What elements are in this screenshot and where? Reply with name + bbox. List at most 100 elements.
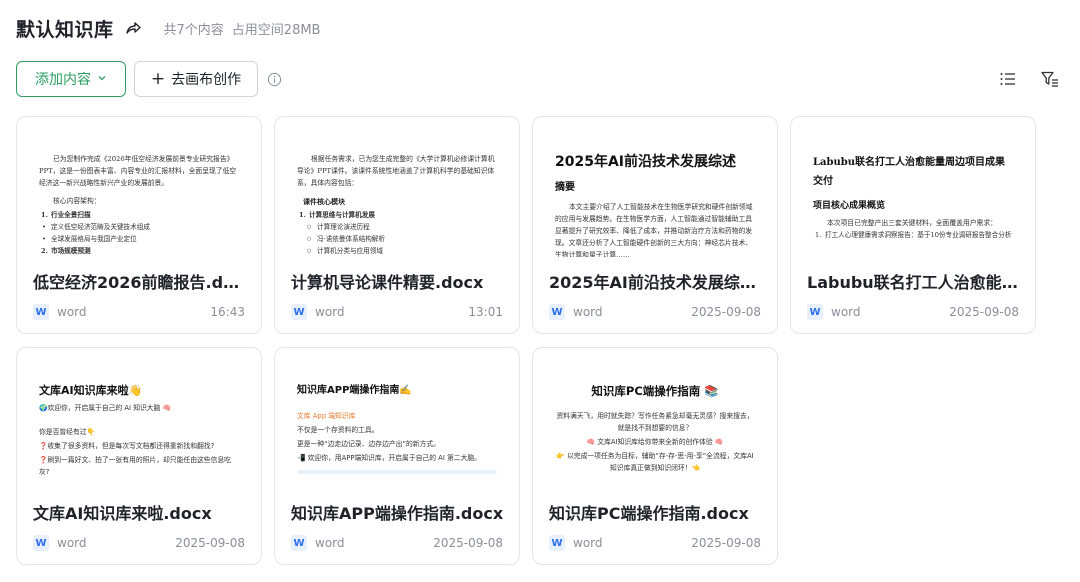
document-card[interactable]: 已为您制作完成《2026年低空经济发展前景专业研究报告》PPT，这是一份图表丰富… <box>16 116 262 334</box>
preview-list-item: 计算机分类与应用领域 <box>297 245 497 257</box>
document-card[interactable]: 文库AI知识库来啦👋 🌍欢迎你，开启属于自己的 AI 知识大脑 🧠 你是否曾经有… <box>16 347 262 565</box>
preview-text: 👉 以完成一项任务为目标，辅助“存-存-思-用-享”全流程，文库AI知识库真正做… <box>556 452 754 472</box>
preview-heading: 2025年AI前沿技术发展综述 <box>555 154 737 170</box>
document-card[interactable]: 知识库PC端操作指南 📚 资料满天飞，用时就失踪？写作任务紧急却毫无灵感？搜来搜… <box>532 347 778 565</box>
preview-heading: 文库AI知识库来啦👋 <box>39 384 143 397</box>
toolbar: 添加内容 + 去画布创作 <box>16 61 1064 97</box>
document-preview: 2025年AI前沿技术发展综述 摘要 本文主要介绍了人工智能技术在生物医学研究和… <box>533 117 777 257</box>
content-count: 共7个内容 <box>163 22 224 38</box>
word-icon: W <box>33 535 49 551</box>
file-type-label: word <box>315 536 345 550</box>
modified-time: 2025-09-08 <box>433 536 503 550</box>
list-view-icon[interactable] <box>998 69 1018 89</box>
word-icon: W <box>291 304 307 320</box>
document-title: 知识库APP端操作指南.docx <box>291 504 504 523</box>
document-preview: 根据任务需求，已为您生成完整的《大学计算机必修课计算机导论》PPT课件。该课件系… <box>275 117 519 257</box>
word-icon: W <box>549 304 565 320</box>
preview-heading: 知识库PC端操作指南 📚 <box>591 384 719 398</box>
document-card[interactable]: Labubu联名打工人治愈能量周边项目成果交付 项目核心成果概览 本次项目已完整… <box>790 116 1036 334</box>
preview-heading: 核心内容架构： <box>53 197 101 205</box>
preview-list-item: 市场规模预测 <box>39 245 239 257</box>
word-icon: W <box>291 535 307 551</box>
document-preview: 知识库PC端操作指南 📚 资料满天飞，用时就失踪？写作任务紧急却毫无灵感？搜来搜… <box>533 348 777 488</box>
document-meta: W word 2025-09-08 <box>807 303 1019 321</box>
preview-text: 根据任务需求，已为您生成完整的《大学计算机必修课计算机导论》PPT课件。该课件系… <box>297 155 495 187</box>
document-preview: 文库AI知识库来啦👋 🌍欢迎你，开启属于自己的 AI 知识大脑 🧠 你是否曾经有… <box>17 348 261 488</box>
modified-time: 16:43 <box>210 305 245 319</box>
preview-list-item: 计算理论演进历程 <box>297 221 497 233</box>
page-title: 默认知识库 <box>16 18 114 41</box>
preview-heading: Labubu联名打工人治愈能量周边项目成果交付 <box>813 157 1006 187</box>
file-type-label: word <box>57 536 87 550</box>
preview-text: 🌍欢迎你，开启属于自己的 AI 知识大脑 🧠 <box>39 404 172 412</box>
preview-text: 本次项目已完整产出三套关键材料，全面覆盖用户需求： <box>827 219 997 227</box>
modified-time: 2025-09-08 <box>691 536 761 550</box>
file-type-label: word <box>57 305 87 319</box>
preview-text: 不仅是一个存资料的工具。 <box>297 426 379 434</box>
preview-list-item: 冯·诺依曼体系结构解析 <box>297 233 497 245</box>
add-content-label: 添加内容 <box>35 72 91 88</box>
word-icon: W <box>549 535 565 551</box>
modified-time: 13:01 <box>468 305 503 319</box>
preview-text: ❓刷到一篇好文、拍了一张有用的照片，却只能任由这些信息吃灰? <box>39 456 231 476</box>
storage-used: 占用空间28MB <box>231 22 321 38</box>
preview-list-item: 定义低空经济范畴及关键技术组成 <box>39 221 239 233</box>
word-icon: W <box>807 304 823 320</box>
modified-time: 2025-09-08 <box>691 305 761 319</box>
go-canvas-button[interactable]: + 去画布创作 <box>134 61 258 97</box>
document-title: 低空经济2026前瞻报告.docx <box>33 273 247 292</box>
page-header: 默认知识库 共7个内容 占用空间28MB <box>16 14 320 42</box>
preview-list-item: 打工人心理健康需求洞察报告：基于10份专业调研报告整合分析 <box>813 229 1013 241</box>
chevron-down-icon <box>97 71 107 87</box>
preview-text: 文库 App 端知识库 <box>297 412 356 420</box>
preview-text: 本文主要介绍了人工智能技术在生物医学研究和硬件创新领域的应用与发展趋势。在生物医… <box>555 203 753 257</box>
preview-text: 更是一种“边走边记录、边存边产出”的新方式。 <box>297 440 440 448</box>
go-canvas-label: 去画布创作 <box>171 72 242 88</box>
document-preview: Labubu联名打工人治愈能量周边项目成果交付 项目核心成果概览 本次项目已完整… <box>791 117 1035 257</box>
document-title: 2025年AI前沿技术发展综述.docx <box>549 273 763 292</box>
document-meta: W word 16:43 <box>33 303 245 321</box>
document-preview: 已为您制作完成《2026年低空经济发展前景专业研究报告》PPT，这是一份图表丰富… <box>17 117 261 257</box>
document-meta: W word 2025-09-08 <box>33 534 245 552</box>
document-card[interactable]: 知识库APP端操作指南✍️ 文库 App 端知识库 不仅是一个存资料的工具。 更… <box>274 347 520 565</box>
word-icon: W <box>33 304 49 320</box>
preview-text: 📲 欢迎你，用APP端知识库，开启属于自己的 AI 第二大脑。 <box>297 454 481 462</box>
document-meta: W word 2025-09-08 <box>549 534 761 552</box>
info-icon[interactable] <box>267 71 283 87</box>
preview-heading: 课件核心模块 <box>303 197 345 206</box>
preview-list-item: 行业全景扫描 <box>39 209 239 221</box>
view-tools <box>998 69 1060 89</box>
document-title: 计算机导论课件精要.docx <box>291 273 484 292</box>
preview-subheading: 项目核心成果概览 <box>813 201 886 211</box>
document-title: 文库AI知识库来啦.docx <box>33 504 212 523</box>
file-type-label: word <box>573 536 603 550</box>
knowledge-base-meta: 共7个内容 占用空间28MB <box>164 19 321 38</box>
preview-text: 已为您制作完成《2026年低空经济发展前景专业研究报告》PPT，这是一份图表丰富… <box>39 155 237 187</box>
preview-heading: 知识库APP端操作指南✍️ <box>297 385 412 396</box>
document-title: Labubu联名打工人治愈能量周边项目成果交付.docx <box>807 273 1021 292</box>
preview-text: 🧠 文库AI知识库给你带来全新的创作体验 🧠 <box>586 438 724 446</box>
preview-subheading: 摘要 <box>555 182 575 193</box>
filter-icon[interactable] <box>1040 69 1060 89</box>
file-type-label: word <box>831 305 861 319</box>
preview-text: 你是否曾经有过👇 <box>39 428 96 436</box>
preview-list-item: 全球发展格局与我国产业定位 <box>39 233 239 245</box>
document-meta: W word 2025-09-08 <box>549 303 761 321</box>
add-content-button[interactable]: 添加内容 <box>16 61 126 97</box>
document-card[interactable]: 2025年AI前沿技术发展综述 摘要 本文主要介绍了人工智能技术在生物医学研究和… <box>532 116 778 334</box>
document-grid: 已为您制作完成《2026年低空经济发展前景专业研究报告》PPT，这是一份图表丰富… <box>16 116 1036 565</box>
file-type-label: word <box>315 305 345 319</box>
modified-time: 2025-09-08 <box>949 305 1019 319</box>
file-type-label: word <box>573 305 603 319</box>
document-meta: W word 2025-09-08 <box>291 534 503 552</box>
document-preview: 知识库APP端操作指南✍️ 文库 App 端知识库 不仅是一个存资料的工具。 更… <box>275 348 519 488</box>
preview-text: 资料满天飞，用时就失踪？写作任务紧急却毫无灵感？搜来搜去，就是找不到想要的信息？ <box>556 412 754 432</box>
document-title: 知识库PC端操作指南.docx <box>549 504 749 523</box>
share-icon[interactable] <box>124 19 142 37</box>
preview-list-item: 计算思维与计算机发展 <box>297 209 497 221</box>
plus-icon: + <box>150 68 166 89</box>
preview-text: ❓收集了很多资料，但是每次写文档都还得重新找和翻找? <box>39 442 215 450</box>
preview-divider <box>297 470 497 474</box>
document-card[interactable]: 根据任务需求，已为您生成完整的《大学计算机必修课计算机导论》PPT课件。该课件系… <box>274 116 520 334</box>
document-meta: W word 13:01 <box>291 303 503 321</box>
